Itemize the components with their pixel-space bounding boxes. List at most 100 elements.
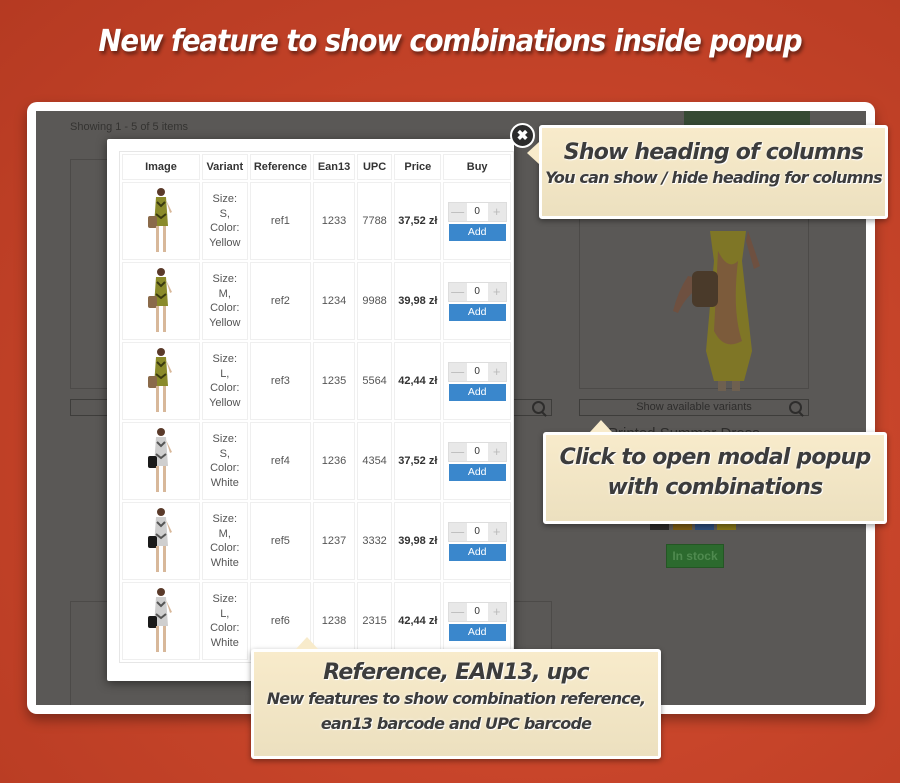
decrease-quantity-button[interactable]: —: [448, 282, 467, 301]
product-dress-image: [673, 231, 760, 391]
show-variants-label: Show available variants: [636, 401, 752, 413]
variant-dress-image: [147, 588, 172, 652]
quantity-input[interactable]: 0: [466, 202, 488, 221]
decrease-quantity-button[interactable]: —: [448, 522, 467, 541]
size-label: Size:: [212, 513, 238, 525]
reference-cell: ref3: [249, 342, 312, 420]
increase-quantity-button[interactable]: +: [487, 362, 506, 381]
reference-cell: ref2: [249, 262, 312, 340]
buy-cell: — 0 + Add: [443, 342, 511, 420]
increase-quantity-button[interactable]: +: [487, 602, 506, 621]
variant-image-cell: [122, 182, 200, 260]
buy-cell: — 0 + Add: [443, 182, 511, 260]
size-label: Size:: [212, 593, 238, 605]
column-header-variant: Variant: [201, 154, 248, 180]
variant-dress-image: [147, 508, 172, 572]
callout-show-heading: Show heading of columns You can show / h…: [527, 125, 888, 219]
variant-image-cell: [122, 582, 200, 660]
color-label: Color:: [210, 462, 240, 474]
callout-line: New features to show combination referen…: [266, 689, 646, 708]
in-stock-badge: In stock: [666, 544, 724, 568]
zoom-in-icon: [789, 401, 802, 414]
quantity-stepper: — 0 +: [447, 201, 507, 222]
combinations-modal: ✖ Image Variant Reference Ean13 UPC Pric…: [107, 123, 535, 681]
size-value: S,: [219, 207, 230, 220]
size-label: Size:: [212, 433, 238, 445]
variant-cell: Size: M, Color: White: [201, 502, 248, 580]
add-to-cart-button[interactable]: Add: [448, 303, 506, 321]
callout-title: Show heading of columns: [563, 140, 864, 165]
variant-cell: Size: M, Color: Yellow: [201, 262, 248, 340]
ean13-cell: 1236: [313, 422, 355, 500]
size-value: L,: [220, 367, 230, 380]
column-header-reference: Reference: [249, 154, 312, 180]
color-label: Color:: [210, 302, 240, 314]
increase-quantity-button[interactable]: +: [487, 202, 506, 221]
upc-cell: 5564: [356, 342, 393, 420]
callout-title: Reference, EAN13, upc: [323, 660, 589, 685]
price-cell: 39,98 zł: [394, 262, 442, 340]
variant-image-cell: [122, 262, 200, 340]
variant-dress-image: [147, 268, 172, 332]
buy-cell: — 0 + Add: [443, 422, 511, 500]
callout-open-modal: Click to open modal popup with combinati…: [543, 420, 887, 524]
variant-dress-image: [147, 428, 172, 492]
decrease-quantity-button[interactable]: —: [448, 602, 467, 621]
quantity-stepper: — 0 +: [447, 361, 507, 382]
decrease-quantity-button[interactable]: —: [448, 202, 467, 221]
color-value: Yellow: [209, 236, 241, 249]
quantity-input[interactable]: 0: [466, 602, 488, 621]
reference-cell: ref5: [249, 502, 312, 580]
decrease-quantity-button[interactable]: —: [448, 362, 467, 381]
add-to-cart-button[interactable]: Add: [448, 223, 506, 241]
show-variants-button[interactable]: Show available variants: [579, 399, 809, 416]
column-header-buy: Buy: [443, 154, 511, 180]
upc-cell: 7788: [356, 182, 393, 260]
color-value: White: [210, 476, 239, 489]
add-to-cart-button[interactable]: Add: [448, 463, 506, 481]
upc-cell: 9988: [356, 262, 393, 340]
variant-cell: Size: S, Color: White: [201, 422, 248, 500]
column-header-ean13: Ean13: [313, 154, 355, 180]
quantity-input[interactable]: 0: [466, 442, 488, 461]
add-to-cart-button[interactable]: Add: [448, 623, 506, 641]
ean13-cell: 1235: [313, 342, 355, 420]
quantity-input[interactable]: 0: [466, 362, 488, 381]
quantity-input[interactable]: 0: [466, 282, 488, 301]
decrease-quantity-button[interactable]: —: [448, 442, 467, 461]
headline: New feature to show combinations inside …: [98, 24, 802, 59]
color-value: Yellow: [209, 316, 241, 329]
variant-dress-image: [147, 348, 172, 412]
variant-image-cell: [122, 342, 200, 420]
buy-cell: — 0 + Add: [443, 262, 511, 340]
table-row: Size: M, Color: Yellow ref2 1234 9988 39…: [122, 262, 511, 340]
increase-quantity-button[interactable]: +: [487, 442, 506, 461]
callout-subtitle: You can show / hide heading for columns: [545, 168, 882, 187]
table-row: Size: S, Color: White ref4 1236 4354 37,…: [122, 422, 511, 500]
size-label: Size:: [212, 273, 238, 285]
variant-image-cell: [122, 422, 200, 500]
close-icon: ✖: [516, 127, 529, 143]
ean13-cell: 1234: [313, 262, 355, 340]
ean13-cell: 1237: [313, 502, 355, 580]
variant-cell: Size: S, Color: Yellow: [201, 182, 248, 260]
callout-line: with combinations: [607, 475, 824, 500]
add-to-cart-button[interactable]: Add: [448, 383, 506, 401]
upc-cell: 3332: [356, 502, 393, 580]
color-value: White: [210, 556, 239, 569]
callout-line: ean13 barcode and UPC barcode: [320, 714, 592, 733]
increase-quantity-button[interactable]: +: [487, 282, 506, 301]
reference-cell: ref4: [249, 422, 312, 500]
color-label: Color:: [210, 622, 240, 634]
quantity-input[interactable]: 0: [466, 522, 488, 541]
color-label: Color:: [210, 222, 240, 234]
size-value: L,: [220, 607, 230, 620]
price-cell: 37,52 zł: [394, 422, 442, 500]
variant-cell: Size: L, Color: Yellow: [201, 342, 248, 420]
table-row: Size: L, Color: Yellow ref3 1235 5564 42…: [122, 342, 511, 420]
reference-cell: ref1: [249, 182, 312, 260]
size-label: Size:: [212, 193, 238, 205]
increase-quantity-button[interactable]: +: [487, 522, 506, 541]
quantity-stepper: — 0 +: [447, 441, 507, 462]
add-to-cart-button[interactable]: Add: [448, 543, 506, 561]
